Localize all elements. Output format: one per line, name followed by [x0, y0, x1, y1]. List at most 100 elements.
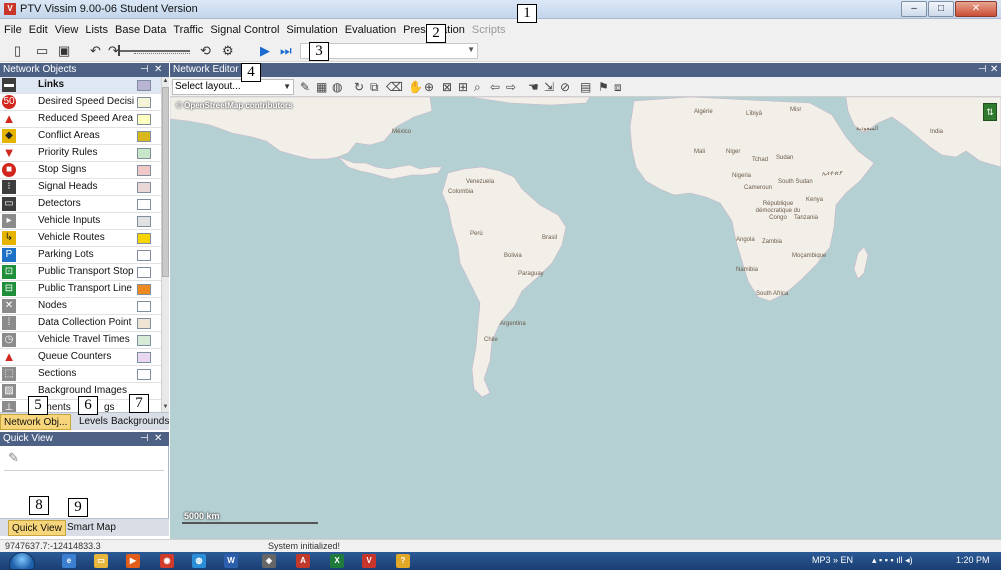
- app-icon[interactable]: ◉: [160, 554, 174, 568]
- tray-status[interactable]: MP3 » EN: [812, 555, 853, 565]
- menu-evaluation[interactable]: Evaluation: [345, 24, 396, 36]
- slider-knob[interactable]: [118, 45, 120, 56]
- zoom-icon[interactable]: ⌕: [474, 79, 481, 95]
- list-item[interactable]: ↳ Vehicle Routes: [0, 230, 161, 247]
- color-swatch[interactable]: [137, 182, 151, 193]
- list-scrollbar[interactable]: ▲ ▼: [161, 77, 169, 412]
- wrench-icon[interactable]: ✎: [8, 450, 19, 466]
- color-swatch[interactable]: [137, 301, 151, 312]
- delete-icon[interactable]: ⌫: [386, 79, 403, 95]
- scroll-up-icon[interactable]: ▲: [162, 77, 169, 86]
- color-swatch[interactable]: [137, 369, 151, 380]
- color-swatch[interactable]: [137, 267, 151, 278]
- save-icon[interactable]: ▣: [58, 43, 70, 59]
- list-item[interactable]: ⁞ Data Collection Point: [0, 315, 161, 332]
- color-swatch[interactable]: [137, 233, 151, 244]
- color-swatch[interactable]: [137, 318, 151, 329]
- color-swatch[interactable]: [137, 335, 151, 346]
- color-swatch[interactable]: [137, 199, 151, 210]
- list-item[interactable]: P Parking Lots: [0, 247, 161, 264]
- close-icon[interactable]: ✕: [990, 63, 998, 77]
- layout-select[interactable]: Select layout... ▼: [172, 79, 294, 95]
- properties-icon[interactable]: ⚑: [598, 79, 609, 95]
- firefox-icon[interactable]: ◍: [192, 554, 206, 568]
- start-button[interactable]: [9, 552, 35, 570]
- color-swatch[interactable]: [137, 131, 151, 142]
- list-item[interactable]: ▬ Links: [0, 77, 161, 94]
- tab-smart-map[interactable]: Smart Map: [64, 520, 119, 536]
- pan-icon[interactable]: ✋: [408, 79, 423, 95]
- wrench-icon[interactable]: ✎: [300, 79, 310, 95]
- tool-icon[interactable]: ◈: [262, 554, 276, 568]
- list-item[interactable]: ▲ Queue Counters: [0, 349, 161, 366]
- pdf-icon[interactable]: A: [296, 554, 310, 568]
- menu-lists[interactable]: Lists: [85, 24, 108, 36]
- word-icon[interactable]: W: [224, 554, 238, 568]
- color-swatch[interactable]: [137, 216, 151, 227]
- menu-view[interactable]: View: [55, 24, 79, 36]
- layers-icon[interactable]: ⧈: [614, 79, 622, 95]
- settings-icon[interactable]: ⚙: [222, 43, 234, 59]
- tray-icons[interactable]: ▴ ▪ ▪ ▪ ıll ◂): [872, 555, 913, 566]
- list-item[interactable]: ⊡ Public Transport Stop: [0, 264, 161, 281]
- new-file-icon[interactable]: ▯: [14, 43, 21, 59]
- grid-icon[interactable]: ▦: [316, 79, 327, 95]
- scrollbar-thumb[interactable]: [162, 87, 169, 277]
- close-icon[interactable]: ✕: [154, 63, 162, 77]
- menu-traffic[interactable]: Traffic: [173, 24, 203, 36]
- close-icon[interactable]: ✕: [154, 432, 162, 446]
- minimize-button[interactable]: ‒: [901, 1, 927, 17]
- zoom-select-icon[interactable]: ⊕: [424, 79, 434, 95]
- pin-icon[interactable]: ⊣: [140, 63, 149, 77]
- close-button[interactable]: ✕: [955, 1, 997, 17]
- menu-simulation[interactable]: Simulation: [286, 24, 337, 36]
- color-swatch[interactable]: [137, 97, 151, 108]
- screenshot-icon[interactable]: ▤: [580, 79, 591, 95]
- ie-icon[interactable]: e: [62, 554, 76, 568]
- copy-icon[interactable]: ⧉: [370, 79, 379, 95]
- zoom-window-icon[interactable]: ⊞: [458, 79, 468, 95]
- globe-icon[interactable]: ◍: [332, 79, 342, 95]
- list-item[interactable]: ⁝ Signal Heads: [0, 179, 161, 196]
- clock[interactable]: 1:20 PM: [956, 555, 990, 565]
- list-item[interactable]: 50 Desired Speed Decisi: [0, 94, 161, 111]
- pin-icon[interactable]: ⊣: [140, 432, 149, 446]
- tab-backgrounds[interactable]: Backgrounds: [108, 414, 172, 430]
- color-swatch[interactable]: [137, 284, 151, 295]
- menu-base-data[interactable]: Base Data: [115, 24, 166, 36]
- list-item[interactable]: ▲ Reduced Speed Area: [0, 111, 161, 128]
- color-swatch[interactable]: [137, 165, 151, 176]
- list-item[interactable]: ▭ Detectors: [0, 196, 161, 213]
- media-player-icon[interactable]: ▶: [126, 554, 140, 568]
- rotate-icon[interactable]: ↻: [354, 79, 364, 95]
- play-icon[interactable]: ▶: [260, 43, 270, 59]
- color-swatch[interactable]: [137, 352, 151, 363]
- open-file-icon[interactable]: ▭: [36, 43, 48, 59]
- list-item[interactable]: ◷ Vehicle Travel Times: [0, 332, 161, 349]
- zoom-extents-icon[interactable]: ⊠: [442, 79, 452, 95]
- map-view[interactable]: © OpenStreetMap contributors México Vene…: [170, 97, 1001, 539]
- color-swatch[interactable]: [137, 114, 151, 125]
- excel-icon[interactable]: X: [330, 554, 344, 568]
- undo-icon[interactable]: ↶: [90, 43, 101, 59]
- color-swatch[interactable]: [137, 250, 151, 261]
- color-swatch[interactable]: [137, 148, 151, 159]
- vissim-task-icon[interactable]: V: [362, 554, 376, 568]
- measure-icon[interactable]: ⇲: [544, 79, 554, 95]
- forward-arrow-icon[interactable]: ⇨: [506, 79, 516, 95]
- list-item[interactable]: ⊟ Public Transport Line: [0, 281, 161, 298]
- menu-scripts[interactable]: Scripts: [472, 24, 506, 36]
- list-item[interactable]: ▼ Priority Rules: [0, 145, 161, 162]
- list-item[interactable]: ✕ Nodes: [0, 298, 161, 315]
- tab-network-objects[interactable]: Network Obj...: [0, 414, 72, 430]
- maximize-button[interactable]: □: [928, 1, 954, 17]
- simulation-speed-slider[interactable]: [118, 50, 190, 52]
- explorer-icon[interactable]: ▭: [94, 554, 108, 568]
- list-item[interactable]: ■ Stop Signs: [0, 162, 161, 179]
- menu-edit[interactable]: Edit: [29, 24, 48, 36]
- list-item[interactable]: ◆ Conflict Areas: [0, 128, 161, 145]
- help-icon[interactable]: ?: [396, 554, 410, 568]
- back-arrow-icon[interactable]: ⇦: [490, 79, 500, 95]
- hand-select-icon[interactable]: ☚: [528, 79, 539, 95]
- tab-levels[interactable]: Levels: [76, 414, 111, 430]
